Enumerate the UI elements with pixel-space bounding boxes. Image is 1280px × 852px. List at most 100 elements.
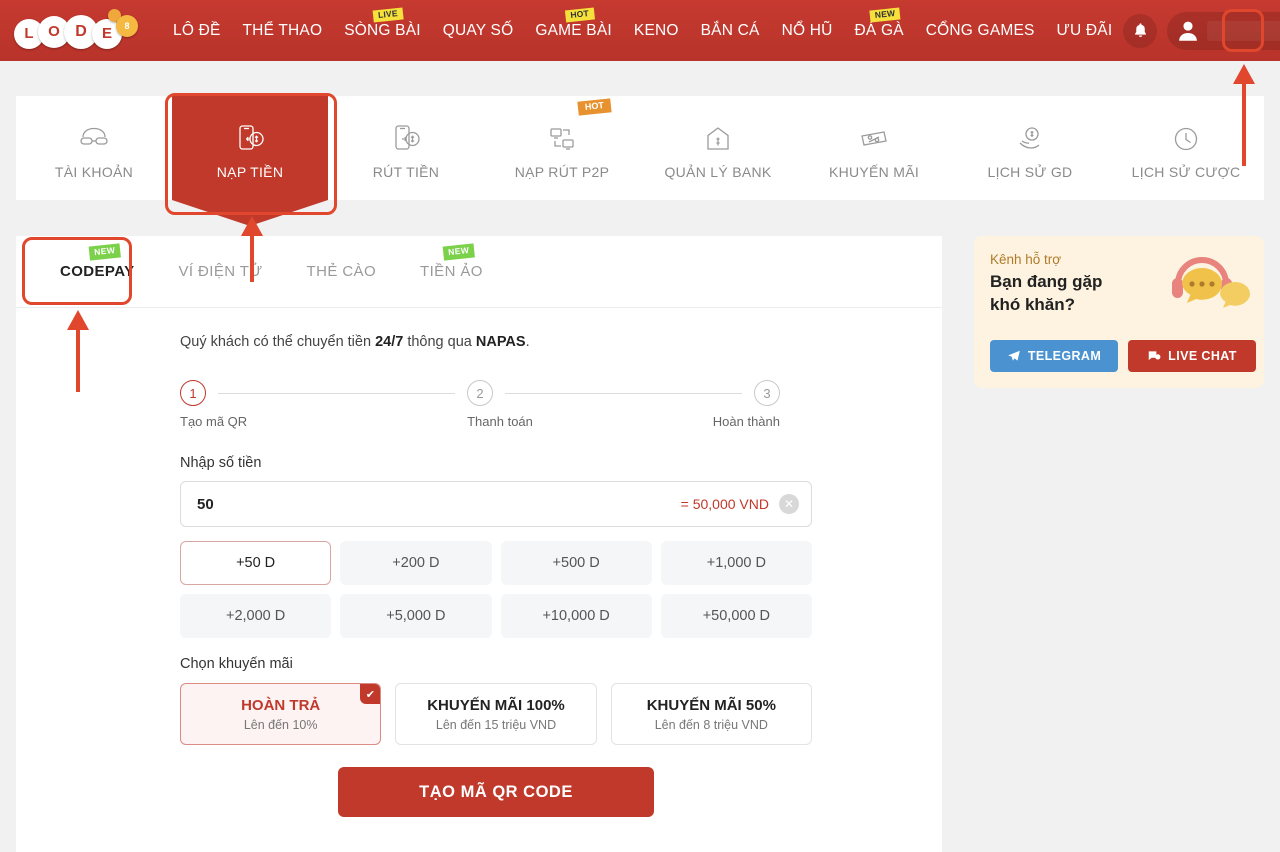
tab-lich-su-cuoc[interactable]: LỊCH SỬ CƯỢC (1108, 96, 1264, 200)
deposit-form: Quý khách có thể chuyển tiền 24/7 thông … (16, 308, 942, 817)
nav-item-4[interactable]: HOT GAME BÀI (524, 22, 623, 40)
promo-card-100[interactable]: KHUYẾN MÃI 100% Lên đến 15 triệu VND (395, 683, 596, 745)
tab-label-lich-su-gd: LỊCH SỬ GD (988, 164, 1073, 180)
subtab-tien-ao[interactable]: NEW TIỀN ẢO (398, 263, 505, 280)
deposit-content-card: NEW CODEPAY VÍ ĐIỆN TỬ THẺ CÀO NEW TIỀN … (16, 236, 942, 852)
subtab-badge-tien-ao-new: NEW (443, 243, 475, 260)
nav-label-9: CỔNG GAMES (926, 22, 1035, 39)
step-2-label: Thanh toán (380, 414, 620, 429)
quick-amount-4[interactable]: +2,000 D (180, 594, 331, 638)
note-napas: NAPAS (476, 334, 526, 350)
main-nav: LÔ ĐỀ THỂ THAO LIVE SÒNG BÀI QUAY SỐ HOT… (162, 22, 1123, 40)
progress-steps: 1 2 3 Tạo mã QR Thanh toán Hoàn thành (180, 380, 780, 429)
p2p-transfer-icon (545, 116, 579, 154)
quick-amount-2[interactable]: +500 D (501, 541, 652, 585)
nav-item-8[interactable]: NEW ĐÁ GÀ (844, 22, 915, 40)
nav-badge-hot: HOT (565, 7, 595, 21)
tab-khuyen-mai[interactable]: KHUYẾN MÃI (796, 96, 952, 200)
quick-amount-3[interactable]: +1,000 D (661, 541, 812, 585)
nav-label-0: LÔ ĐỀ (173, 22, 221, 39)
subtab-label-the-cao: THẺ CÀO (307, 263, 376, 280)
headset-chat-bubble-icon (1158, 246, 1254, 322)
quick-amount-5[interactable]: +5,000 D (340, 594, 491, 638)
napas-note: Quý khách có thể chuyển tiền 24/7 thông … (180, 334, 942, 350)
nav-item-10[interactable]: ƯU ĐÃI (1046, 22, 1124, 40)
ticket-percent-icon (857, 116, 891, 154)
bank-house-icon (702, 116, 734, 154)
clock-icon (1171, 116, 1201, 154)
promo-field-label: Chọn khuyến mãi (180, 656, 942, 672)
step-3-label: Hoàn thành (620, 414, 780, 429)
promo-title-0: HOÀN TRẢ (241, 697, 320, 714)
amount-converted-text: = 50,000 VND (681, 496, 769, 512)
tab-quan-ly-bank[interactable]: QUẢN LÝ BANK (640, 96, 796, 200)
subtab-vi-dien-tu[interactable]: VÍ ĐIỆN TỬ (157, 263, 285, 280)
nav-label-4: GAME BÀI (535, 22, 612, 39)
subtab-badge-codepay-new: NEW (89, 243, 121, 260)
quick-amount-1[interactable]: +200 D (340, 541, 491, 585)
telegram-icon (1007, 349, 1021, 363)
tab-badge-hot: HOT (577, 98, 611, 115)
promotion-grid: ✔ HOÀN TRẢ Lên đến 10% KHUYẾN MÃI 100% L… (180, 683, 812, 745)
nav-label-10: ƯU ĐÃI (1057, 22, 1113, 39)
livechat-icon (1147, 349, 1161, 363)
nav-item-6[interactable]: BẮN CÁ (690, 22, 771, 40)
amount-input-wrapper[interactable]: 50 = 50,000 VND ✕ (180, 481, 812, 527)
note-24-7: 24/7 (375, 334, 403, 350)
livechat-label: LIVE CHAT (1168, 349, 1237, 363)
tab-label-khuyen-mai: KHUYẾN MÃI (829, 164, 919, 180)
subtab-label-vi-dien-tu: VÍ ĐIỆN TỬ (179, 263, 263, 280)
tab-nap-tien[interactable]: NẠP TIỀN (172, 96, 328, 200)
subtab-codepay[interactable]: NEW CODEPAY (38, 263, 157, 280)
nav-item-7[interactable]: NỔ HŨ (771, 22, 844, 40)
quick-amount-6[interactable]: +10,000 D (501, 594, 652, 638)
steps-labels: Tạo mã QR Thanh toán Hoàn thành (180, 414, 780, 429)
quick-amount-7[interactable]: +50,000 D (661, 594, 812, 638)
live-chat-button[interactable]: LIVE CHAT (1128, 340, 1256, 372)
amount-field-label: Nhập số tiền (180, 455, 942, 471)
nav-label-1: THỂ THAO (243, 22, 323, 39)
clear-amount-icon[interactable]: ✕ (779, 494, 799, 514)
nav-item-1[interactable]: THỂ THAO (232, 22, 334, 40)
subtab-label-codepay: CODEPAY (60, 263, 135, 280)
header-right-group: + (1123, 12, 1280, 50)
subtab-label-tien-ao: TIỀN ẢO (420, 263, 483, 280)
promo-sub-0: Lên đến 10% (244, 718, 318, 732)
nav-label-7: NỔ HŨ (782, 22, 833, 39)
create-qr-code-button[interactable]: TẠO MÃ QR CODE (338, 767, 654, 817)
tab-tai-khoan[interactable]: TÀI KHOẢN (16, 96, 172, 200)
tab-nap-rut-p2p[interactable]: HOT NẠP RÚT P2P (484, 96, 640, 200)
note-prefix: Quý khách có thể chuyển tiền (180, 334, 375, 350)
nav-item-0[interactable]: LÔ ĐỀ (162, 22, 232, 40)
notification-bell-button[interactable] (1123, 14, 1157, 48)
nav-item-5[interactable]: KENO (623, 22, 690, 40)
quick-amount-0[interactable]: +50 D (180, 541, 331, 585)
user-balance-pill[interactable]: + (1167, 12, 1280, 50)
promo-sub-1: Lên đến 15 triệu VND (436, 718, 556, 732)
telegram-button[interactable]: TELEGRAM (990, 340, 1118, 372)
nav-item-2[interactable]: LIVE SÒNG BÀI (333, 22, 432, 40)
tab-lich-su-gd[interactable]: LỊCH SỬ GD (952, 96, 1108, 200)
nav-badge-new: NEW (869, 7, 900, 22)
note-mid: thông qua (403, 334, 476, 350)
tab-label-quan-ly-bank: QUẢN LÝ BANK (664, 164, 771, 180)
promo-card-50[interactable]: KHUYẾN MÃI 50% Lên đến 8 triệu VND (611, 683, 812, 745)
top-header: L O D E 8 LÔ ĐỀ THỂ THAO LIVE SÒNG BÀI Q… (0, 0, 1280, 61)
support-panel: Kênh hỗ trợ Bạn đang gặp khó khăn? TELEG… (974, 236, 1264, 388)
tab-label-rut-tien: RÚT TIỀN (373, 164, 439, 180)
tab-rut-tien[interactable]: RÚT TIỀN (328, 96, 484, 200)
quick-amount-grid: +50 D +200 D +500 D +1,000 D +2,000 D +5… (180, 541, 812, 638)
amount-input[interactable]: 50 (197, 496, 681, 513)
nav-item-3[interactable]: QUAY SỐ (432, 22, 525, 40)
nav-item-9[interactable]: CỔNG GAMES (915, 22, 1046, 40)
nav-badge-live: LIVE (373, 7, 404, 22)
site-logo[interactable]: L O D E 8 (12, 3, 144, 59)
subtab-the-cao[interactable]: THẺ CÀO (285, 263, 398, 280)
deposit-phone-icon (233, 116, 267, 154)
withdraw-phone-icon (389, 116, 423, 154)
step-line-1 (218, 393, 455, 394)
step-1-label: Tạo mã QR (180, 414, 380, 429)
nav-label-2: SÒNG BÀI (344, 22, 421, 39)
promo-card-hoan-tra[interactable]: ✔ HOÀN TRẢ Lên đến 10% (180, 683, 381, 745)
promo-title-1: KHUYẾN MÃI 100% (427, 697, 565, 714)
